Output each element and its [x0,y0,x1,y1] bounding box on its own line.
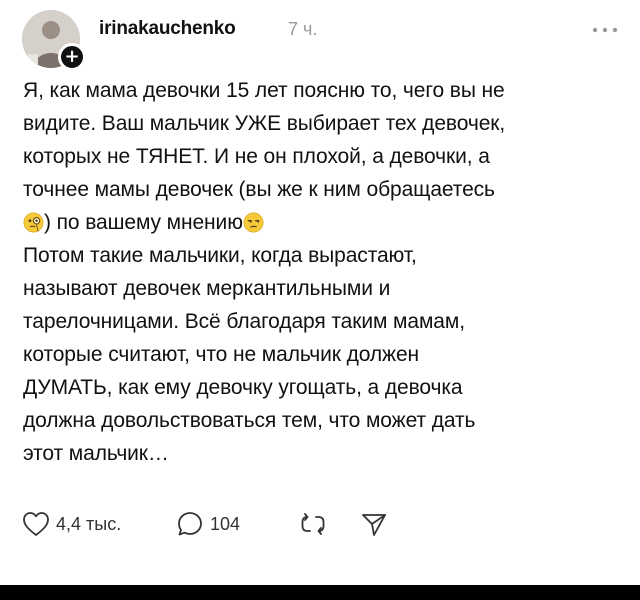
heart-icon [23,512,49,536]
post-line: называют девочек меркантильными и [23,277,391,300]
post-line: ДУМАТЬ, как ему девочку угощать, а девоч… [23,376,463,399]
post-timestamp: 7 ч. [288,19,318,39]
post-line: должна довольствоваться тем, что может д… [23,409,476,432]
comment-bubble-icon [178,512,202,536]
like-count: 4,4 тыс. [56,513,122,534]
post-line: этот мальчик… [23,442,169,465]
comment-count: 104 [210,513,241,534]
post-line: точнее мамы девочек (вы же к ним обращае… [23,178,495,201]
post-line: ) по вашему мнению [23,206,623,239]
post-body: Я, как мама девочки 15 лет поясню то, че… [23,74,623,470]
thread-post: + irinakauchenko 7 ч. Я, как мама девочк… [0,0,640,585]
send-icon [362,514,386,536]
repost-button[interactable] [298,507,328,541]
post-line: видите. Ваш мальчик УЖЕ выбирает тех дев… [23,112,506,135]
face-with-monocle-icon [23,212,44,233]
bottom-divider [0,585,640,600]
repost-icon [301,513,325,535]
post-line: Я, как мама девочки 15 лет поясню то, че… [23,79,505,102]
comment-button[interactable]: 104 [176,507,240,541]
more-options-icon[interactable] [590,24,620,36]
share-button[interactable] [360,507,388,541]
follow-plus-icon[interactable]: + [58,43,86,71]
post-line: Потом такие мальчики, когда вырастают, [23,244,417,267]
like-button[interactable]: 4,4 тыс. [22,507,121,541]
unamused-face-icon [243,212,264,233]
post-actions: 4,4 тыс. 104 [22,507,622,541]
post-line: которые считают, что не мальчик должен [23,343,420,366]
author-username[interactable]: irinakauchenko [99,18,236,40]
post-line: тарелочницами. Всё благодаря таким мамам… [23,310,465,333]
post-line-text: ) по вашему мнению [44,211,243,234]
post-header: + irinakauchenko 7 ч. [22,10,622,71]
post-line: которых не ТЯНЕТ. И не он плохой, а дево… [23,145,490,168]
